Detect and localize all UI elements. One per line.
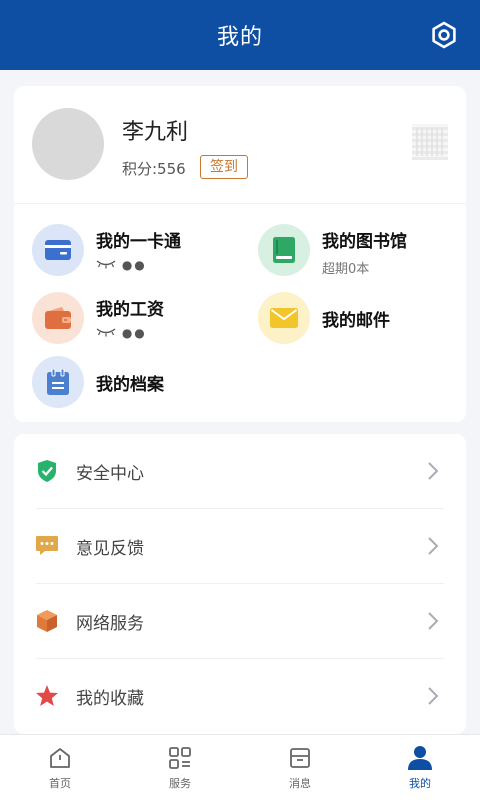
- nav-mine[interactable]: 我的: [360, 735, 480, 800]
- card-balance-masked: ●●: [121, 257, 147, 272]
- nav-messages[interactable]: 消息: [240, 735, 360, 800]
- func-item-archive[interactable]: 我的档案: [32, 356, 164, 408]
- func-title-library: 我的图书馆: [322, 231, 407, 252]
- func-item-card[interactable]: 我的一卡通 ●●: [32, 224, 181, 276]
- func-item-library[interactable]: 我的图书馆 超期0本: [258, 224, 407, 277]
- func-title-salary: 我的工资: [96, 299, 164, 320]
- nav-label-services: 服务: [169, 776, 191, 790]
- cube-icon: [34, 608, 60, 634]
- nav-label-home: 首页: [49, 776, 71, 790]
- menu-label: 网络服务: [76, 613, 144, 634]
- settings-button[interactable]: [428, 19, 460, 51]
- menu-list: 安全中心 意见反馈 网络服务 我的收藏: [14, 434, 466, 734]
- wallet-icon: [45, 307, 71, 329]
- book-icon-wrap: [258, 224, 310, 276]
- user-name: 李九利: [122, 120, 189, 145]
- inbox-icon: [287, 745, 313, 771]
- chevron-right-icon: [428, 687, 439, 705]
- clipboard-icon-wrap: [32, 356, 84, 408]
- eye-closed-icon[interactable]: ●●: [96, 258, 181, 274]
- nav-label-messages: 消息: [289, 776, 311, 790]
- shield-icon: [34, 458, 60, 484]
- chevron-right-icon: [428, 537, 439, 555]
- profile-section: 李九利 积分:556 签到: [14, 86, 466, 204]
- bottom-nav: 首页 服务 消息 我的: [0, 734, 480, 800]
- page-title: 我的: [216, 25, 263, 50]
- nav-services[interactable]: 服务: [120, 735, 240, 800]
- func-title-mail: 我的邮件: [322, 310, 390, 331]
- home-icon: [47, 745, 73, 771]
- nav-label-mine: 我的: [409, 776, 431, 790]
- nav-home[interactable]: 首页: [0, 735, 120, 800]
- func-item-mail[interactable]: 我的邮件: [258, 292, 390, 344]
- menu-label: 意见反馈: [76, 538, 144, 559]
- wallet-icon-wrap: [32, 292, 84, 344]
- card-icon-wrap: [32, 224, 84, 276]
- mail-icon-wrap: [258, 292, 310, 344]
- mail-icon: [270, 308, 298, 328]
- clipboard-icon: [47, 369, 69, 395]
- star-icon: [34, 683, 60, 709]
- settings-gear-icon: [432, 21, 456, 49]
- top-bar: 我的: [0, 0, 480, 70]
- qr-code-icon[interactable]: [412, 124, 448, 160]
- chat-bubble-icon: [34, 533, 60, 559]
- card-icon: [45, 240, 71, 260]
- library-overdue-text: 超期0本: [322, 261, 370, 277]
- chevron-right-icon: [428, 462, 439, 480]
- menu-label: 安全中心: [76, 463, 144, 484]
- grid-icon: [167, 745, 193, 771]
- menu-item-feedback[interactable]: 意见反馈: [14, 509, 466, 583]
- signin-button[interactable]: 签到: [200, 155, 248, 179]
- profile-card: 李九利 积分:556 签到 我的一卡通 ●● 我的图书馆 超期0本 我的工资 ●…: [14, 86, 466, 422]
- chevron-right-icon: [428, 612, 439, 630]
- func-title-card: 我的一卡通: [96, 231, 181, 252]
- menu-item-security[interactable]: 安全中心: [14, 434, 466, 508]
- points-text: 积分:556: [122, 160, 186, 178]
- func-item-salary[interactable]: 我的工资 ●●: [32, 292, 164, 344]
- user-icon: [407, 745, 433, 771]
- app-root: 我的 李九利 积分:556 签到 我的一卡通 ●● 我的图书馆 超期0本 我的工…: [0, 0, 480, 800]
- salary-masked: ●●: [121, 325, 147, 340]
- avatar[interactable]: [32, 108, 104, 180]
- menu-label: 我的收藏: [76, 688, 144, 709]
- book-icon: [273, 237, 295, 263]
- menu-item-network[interactable]: 网络服务: [14, 584, 466, 658]
- menu-item-favorites[interactable]: 我的收藏: [14, 659, 466, 733]
- eye-closed-icon[interactable]: ●●: [96, 326, 164, 342]
- func-title-archive: 我的档案: [96, 374, 164, 395]
